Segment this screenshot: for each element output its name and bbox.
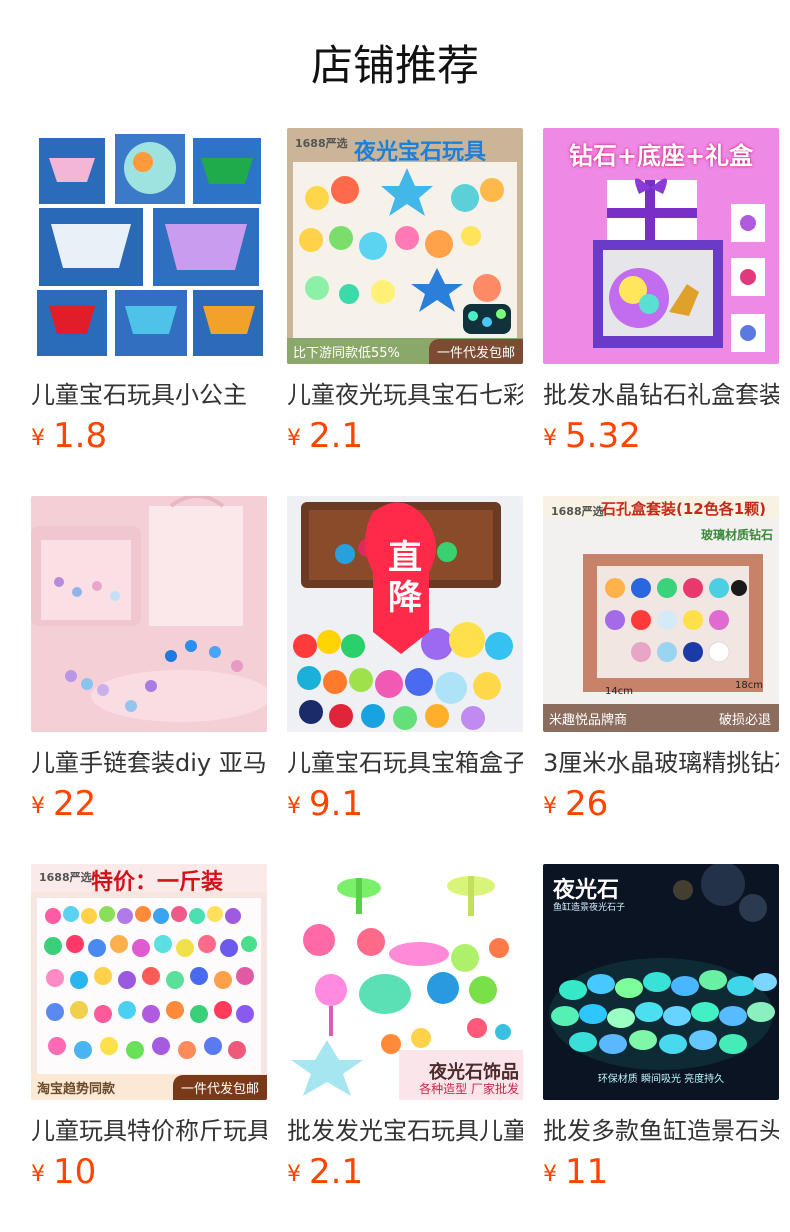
price-value: 2.1 bbox=[309, 1152, 364, 1192]
image-caption-main: 环保材质 瞬间吸光 亮度持久 bbox=[597, 1074, 725, 1085]
price-value: 1.8 bbox=[53, 416, 108, 456]
product-title: 批发发光宝石玩具儿童 bbox=[287, 1117, 523, 1145]
image-headline: 石孔盒套装(12色各1颗) bbox=[601, 500, 767, 518]
product-price: ¥1.8 bbox=[31, 416, 267, 460]
product-price: ¥22 bbox=[31, 784, 267, 828]
band-right-text: 一件代发包邮 bbox=[428, 338, 523, 364]
product-card[interactable]: 直降 儿童宝石玩具宝箱盒子 ¥9.1 bbox=[287, 496, 523, 832]
product-title: 儿童宝石玩具小公主 bbox=[31, 381, 247, 409]
dimension-width-label: 14cm bbox=[605, 686, 633, 697]
price-value: 26 bbox=[565, 784, 609, 824]
currency-symbol: ¥ bbox=[543, 426, 557, 451]
band-left-text: 淘宝趋势同款 bbox=[37, 1081, 116, 1097]
product-image: 1688严选 石孔盒套装(12色各1颗) 玻璃材质钻石 14cm 18cm 米趣… bbox=[543, 496, 779, 732]
product-price: ¥9.1 bbox=[287, 784, 523, 828]
image-headline: 特价：一斤装 bbox=[91, 870, 224, 895]
currency-symbol: ¥ bbox=[31, 794, 45, 819]
price-value: 10 bbox=[53, 1152, 97, 1192]
product-title: 批发多款鱼缸造景石头 bbox=[543, 1117, 779, 1145]
product-card[interactable]: 夜光石饰品 各种造型 厂家批发 批发发光宝石玩具儿童 ¥2.1 bbox=[287, 864, 523, 1200]
product-price: ¥5.32 bbox=[543, 416, 779, 460]
image-band: 淘宝趋势同款 一件代发包邮 bbox=[31, 1074, 267, 1100]
image-band: 米趣悦品牌商 破损必退 bbox=[543, 704, 779, 732]
source-tag: 1688严选 bbox=[551, 505, 604, 518]
band-left-text: 比下游同款低55% bbox=[293, 345, 400, 361]
product-price: ¥2.1 bbox=[287, 1152, 523, 1196]
product-image bbox=[31, 496, 267, 732]
product-title: 儿童宝石玩具宝箱盒子 bbox=[287, 749, 523, 777]
product-card[interactable]: 儿童手链套装diy 亚马逊 ¥22 bbox=[31, 496, 267, 832]
image-subheadline: 鱼缸造景夜光石子 bbox=[553, 903, 626, 913]
band-right-text: 一件代发包邮 bbox=[172, 1074, 267, 1100]
price-drop-badge: 直降 bbox=[388, 538, 422, 618]
product-card[interactable]: 1688严选 特价：一斤装 淘宝趋势同款 一件代发包邮 儿童玩具特价称斤玩具 ¥… bbox=[31, 864, 267, 1200]
price-value: 5.32 bbox=[565, 416, 641, 456]
product-price: ¥10 bbox=[31, 1152, 267, 1196]
price-value: 9.1 bbox=[309, 784, 364, 824]
image-subheadline: 玻璃材质钻石 bbox=[700, 528, 773, 542]
product-card[interactable]: 1688严选 夜光宝石玩具 比下游同款低55% 一件代发包邮 儿童夜光玩具宝石七… bbox=[287, 128, 523, 464]
store-recommend-page: 店铺推荐 儿童宝石玩具小公主 ¥ 1.8 1688严选 夜光宝石玩具 比下游同款… bbox=[0, 0, 790, 1232]
band-left-text: 米趣悦品牌商 bbox=[549, 712, 628, 728]
currency-symbol: ¥ bbox=[543, 794, 557, 819]
image-band: 比下游同款低55% 一件代发包邮 bbox=[287, 338, 523, 364]
product-title: 批发水晶钻石礼盒套装 bbox=[543, 381, 779, 409]
band-right-text: 破损必退 bbox=[718, 712, 771, 728]
product-card[interactable]: 1688严选 石孔盒套装(12色各1颗) 玻璃材质钻石 14cm 18cm 米趣… bbox=[543, 496, 779, 832]
price-value: 2.1 bbox=[309, 416, 364, 456]
product-image: 1688严选 夜光宝石玩具 比下游同款低55% 一件代发包邮 bbox=[287, 128, 523, 364]
currency-symbol: ¥ bbox=[287, 1162, 301, 1187]
product-image: 直降 bbox=[287, 496, 523, 732]
product-price: ¥11 bbox=[543, 1152, 779, 1196]
image-headline: 夜光宝石玩具 bbox=[353, 140, 486, 165]
image-caption-sub: 各种造型 厂家批发 bbox=[419, 1082, 519, 1096]
dimension-height-label: 18cm bbox=[735, 680, 763, 691]
currency-symbol: ¥ bbox=[287, 426, 301, 451]
image-headline: 钻石+底座+礼盒 bbox=[568, 142, 754, 170]
source-tag: 1688严选 bbox=[39, 871, 92, 884]
product-image: 夜光石饰品 各种造型 厂家批发 bbox=[287, 864, 523, 1100]
product-image bbox=[31, 128, 267, 364]
currency-symbol: ¥ bbox=[31, 1162, 45, 1187]
currency-symbol: ¥ bbox=[31, 426, 45, 451]
page-title: 店铺推荐 bbox=[310, 41, 479, 90]
product-title: 儿童夜光玩具宝石七彩 bbox=[287, 381, 523, 409]
product-title: 儿童玩具特价称斤玩具 bbox=[31, 1117, 267, 1145]
product-image: 1688严选 特价：一斤装 淘宝趋势同款 一件代发包邮 bbox=[31, 864, 267, 1100]
currency-symbol: ¥ bbox=[287, 794, 301, 819]
product-price: ¥26 bbox=[543, 784, 779, 828]
product-grid: 儿童宝石玩具小公主 ¥1.8 1688严选 夜光宝石玩具 比下游同款低55% 一… bbox=[31, 128, 779, 1200]
currency-symbol: ¥ bbox=[543, 1162, 557, 1187]
product-image: 夜光石 鱼缸造景夜光石子 环保材质 瞬间吸光 亮度持久 bbox=[543, 864, 779, 1100]
product-price: ¥2.1 bbox=[287, 416, 523, 460]
product-card[interactable]: 儿童宝石玩具小公主 ¥1.8 bbox=[31, 128, 267, 464]
product-title: 3厘米水晶玻璃精挑钻石 bbox=[543, 749, 779, 777]
price-value: 11 bbox=[565, 1152, 609, 1192]
product-card[interactable]: 钻石+底座+礼盒 批发水晶钻石礼盒套装 ¥5.32 bbox=[543, 128, 779, 464]
price-value: 22 bbox=[53, 784, 97, 824]
product-card[interactable]: 夜光石 鱼缸造景夜光石子 环保材质 瞬间吸光 亮度持久 批发多款鱼缸造景石头 ¥… bbox=[543, 864, 779, 1200]
product-title: 儿童手链套装diy 亚马逊 bbox=[31, 749, 267, 777]
product-image: 钻石+底座+礼盒 bbox=[543, 128, 779, 364]
